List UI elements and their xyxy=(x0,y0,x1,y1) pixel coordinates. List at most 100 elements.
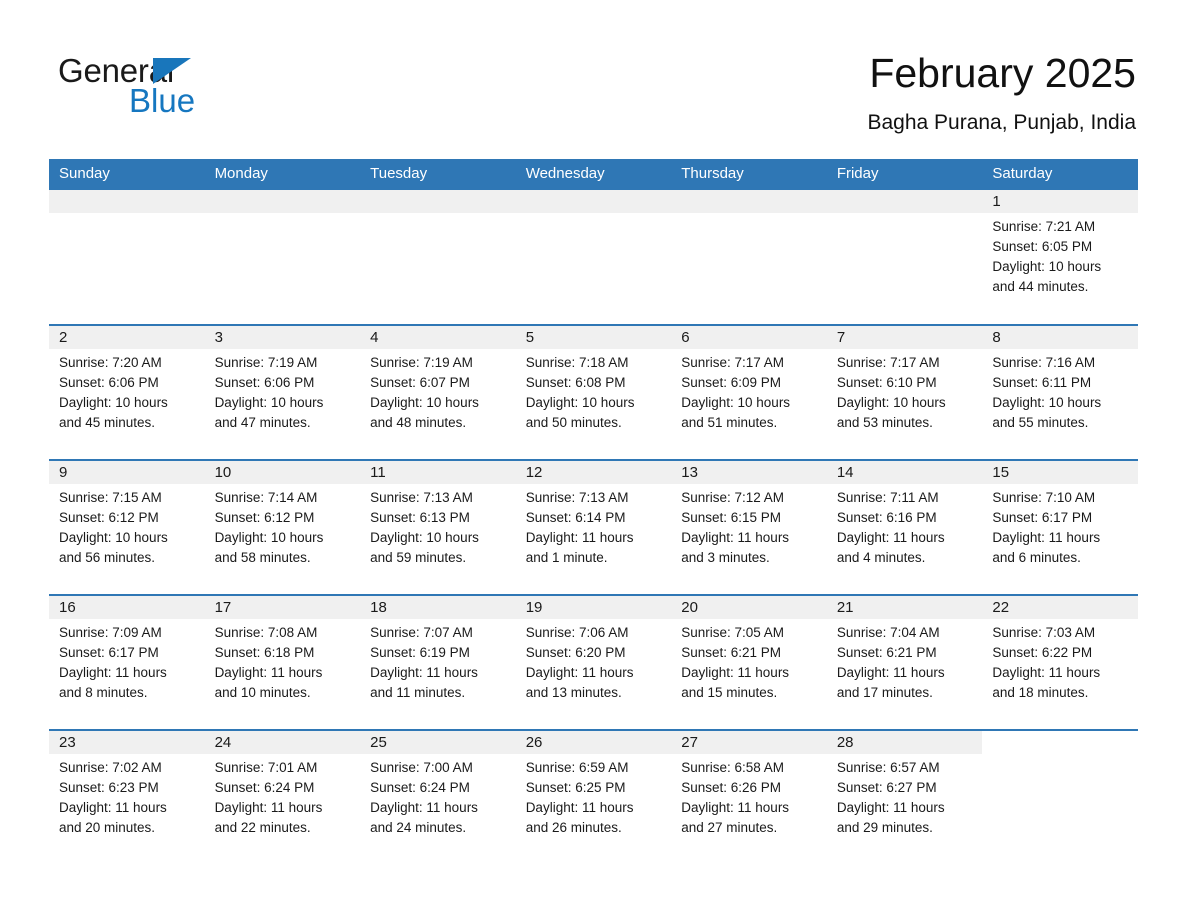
calendar-day-cell: 13 Sunrise: 7:12 AM Sunset: 6:15 PM Dayligh… xyxy=(671,459,827,595)
day-number: 21 xyxy=(826,596,983,619)
calendar-week-row: 16 Sunrise: 7:09 AM Sunset: 6:17 PM Dayligh… xyxy=(49,594,1138,730)
day-cell-27[interactable]: 27 Sunrise: 6:58 AM Sunset: 6:26 PM Dayligh… xyxy=(671,731,827,864)
day-cell-8[interactable]: 8 Sunrise: 7:16 AM Sunset: 6:11 PM Daylight… xyxy=(982,326,1138,459)
weekday-header-row: Sunday Monday Tuesday Wednesday Thursday Frid… xyxy=(49,159,1138,190)
day-number: 26 xyxy=(515,731,672,754)
sunset-text: Sunset: 6:17 PM xyxy=(59,645,159,660)
day-cell-18[interactable]: 18 Sunrise: 7:07 AM Sunset: 6:19 PM Dayligh… xyxy=(360,596,516,729)
day-sun-info: Sunrise: 7:06 AM Sunset: 6:20 PM Daylight:… xyxy=(516,619,672,703)
sunrise-text: Sunrise: 7:03 AM xyxy=(992,625,1096,640)
day-cell-5[interactable]: 5 Sunrise: 7:18 AM Sunset: 6:08 PM Daylight… xyxy=(515,326,672,459)
general-blue-logo[interactable]: General Blue xyxy=(58,52,318,124)
day-number: 24 xyxy=(204,731,361,754)
day-sun-info: Sunrise: 7:08 AM Sunset: 6:18 PM Daylight:… xyxy=(205,619,361,703)
daylight-text-line2: and 11 minutes. xyxy=(370,685,466,700)
sunrise-text: Sunrise: 7:19 AM xyxy=(370,355,473,370)
day-number: 10 xyxy=(204,461,361,484)
sunset-text: Sunset: 6:06 PM xyxy=(214,375,315,390)
day-cell-23[interactable]: 23 Sunrise: 7:02 AM Sunset: 6:23 PM Dayligh… xyxy=(49,731,205,864)
day-cell-22[interactable]: 22 Sunrise: 7:03 AM Sunset: 6:22 PM Dayligh… xyxy=(982,596,1138,729)
day-cell-1[interactable]: 1 Sunrise: 7:21 AM Sunset: 6:05 PM Daylight… xyxy=(982,190,1138,323)
sunset-text: Sunset: 6:07 PM xyxy=(370,375,470,390)
day-cell-24[interactable]: 24 Sunrise: 7:01 AM Sunset: 6:24 PM Dayligh… xyxy=(204,731,361,864)
day-cell-20[interactable]: 20 Sunrise: 7:05 AM Sunset: 6:21 PM Dayligh… xyxy=(671,596,827,729)
calendar-day-cell-empty xyxy=(671,190,827,325)
day-cell-10[interactable]: 10 Sunrise: 7:14 AM Sunset: 6:12 PM Dayligh… xyxy=(204,461,361,594)
sunset-text: Sunset: 6:18 PM xyxy=(214,645,315,660)
day-cell-9[interactable]: 9 Sunrise: 7:15 AM Sunset: 6:12 PM Daylight… xyxy=(49,461,205,594)
sunrise-text: Sunrise: 7:12 AM xyxy=(681,490,785,505)
day-cell-17[interactable]: 17 Sunrise: 7:08 AM Sunset: 6:18 PM Dayligh… xyxy=(204,596,361,729)
calendar-day-cell: 26 Sunrise: 6:59 AM Sunset: 6:25 PM Dayligh… xyxy=(515,729,672,865)
calendar-day-cell: 24 Sunrise: 7:01 AM Sunset: 6:24 PM Dayligh… xyxy=(204,729,361,865)
sunset-text: Sunset: 6:24 PM xyxy=(214,780,315,795)
sunrise-text: Sunrise: 6:59 AM xyxy=(525,760,629,775)
day-cell-26[interactable]: 26 Sunrise: 6:59 AM Sunset: 6:25 PM Dayligh… xyxy=(515,731,672,864)
calendar-day-cell-empty xyxy=(982,729,1138,865)
day-number: 17 xyxy=(204,596,361,619)
day-cell-15[interactable]: 15 Sunrise: 7:10 AM Sunset: 6:17 PM Dayligh… xyxy=(982,461,1138,594)
day-sun-info: Sunrise: 7:03 AM Sunset: 6:22 PM Daylight:… xyxy=(982,619,1138,703)
daylight-text-line1: Daylight: 11 hours xyxy=(525,530,634,545)
day-sun-info: Sunrise: 7:19 AM Sunset: 6:07 PM Daylight:… xyxy=(360,349,516,433)
day-cell-7[interactable]: 7 Sunrise: 7:17 AM Sunset: 6:10 PM Daylight… xyxy=(826,326,983,459)
day-number-band xyxy=(671,190,827,213)
day-cell-empty xyxy=(360,190,516,323)
daylight-text-line2: and 13 minutes. xyxy=(525,685,622,700)
day-cell-4[interactable]: 4 Sunrise: 7:19 AM Sunset: 6:07 PM Daylight… xyxy=(360,326,516,459)
daylight-text-line1: Daylight: 11 hours xyxy=(214,800,323,815)
page-header: General Blue February 2025 Bagha Purana,… xyxy=(0,0,1188,150)
calendar-day-cell: 15 Sunrise: 7:10 AM Sunset: 6:17 PM Dayligh… xyxy=(982,459,1138,595)
day-number-band xyxy=(49,190,205,213)
day-sun-info: Sunrise: 7:21 AM Sunset: 6:05 PM Daylight:… xyxy=(982,213,1138,297)
day-cell-empty xyxy=(826,190,983,323)
daylight-text-line2: and 50 minutes. xyxy=(525,415,622,430)
day-cell-21[interactable]: 21 Sunrise: 7:04 AM Sunset: 6:21 PM Dayligh… xyxy=(826,596,983,729)
calendar-day-cell: 17 Sunrise: 7:08 AM Sunset: 6:18 PM Dayligh… xyxy=(204,594,361,730)
day-cell-11[interactable]: 11 Sunrise: 7:13 AM Sunset: 6:13 PM Dayligh… xyxy=(360,461,516,594)
page-subtitle: Bagha Purana, Punjab, India xyxy=(867,111,1136,134)
daylight-text-line2: and 29 minutes. xyxy=(836,820,933,835)
sunset-text: Sunset: 6:26 PM xyxy=(681,780,782,795)
sunset-text: Sunset: 6:11 PM xyxy=(992,375,1092,390)
day-cell-16[interactable]: 16 Sunrise: 7:09 AM Sunset: 6:17 PM Dayligh… xyxy=(49,596,205,729)
sunset-text: Sunset: 6:09 PM xyxy=(681,375,782,390)
day-cell-25[interactable]: 25 Sunrise: 7:00 AM Sunset: 6:24 PM Dayligh… xyxy=(360,731,516,864)
daylight-text-line2: and 47 minutes. xyxy=(214,415,311,430)
day-sun-info: Sunrise: 7:10 AM Sunset: 6:17 PM Daylight:… xyxy=(982,484,1138,568)
calendar-day-cell-empty xyxy=(360,190,516,325)
sunrise-text: Sunrise: 7:07 AM xyxy=(370,625,473,640)
day-cell-14[interactable]: 14 Sunrise: 7:11 AM Sunset: 6:16 PM Dayligh… xyxy=(826,461,983,594)
daylight-text-line1: Daylight: 11 hours xyxy=(59,665,167,680)
daylight-text-line1: Daylight: 10 hours xyxy=(836,395,946,410)
daylight-text-line1: Daylight: 10 hours xyxy=(370,530,479,545)
calendar-day-cell: 4 Sunrise: 7:19 AM Sunset: 6:07 PM Daylight… xyxy=(360,324,516,460)
day-cell-12[interactable]: 12 Sunrise: 7:13 AM Sunset: 6:14 PM Dayligh… xyxy=(515,461,672,594)
day-number-band xyxy=(204,190,361,213)
sunset-text: Sunset: 6:13 PM xyxy=(370,510,470,525)
daylight-text-line2: and 48 minutes. xyxy=(370,415,467,430)
day-number: 19 xyxy=(515,596,672,619)
calendar-day-cell: 16 Sunrise: 7:09 AM Sunset: 6:17 PM Dayligh… xyxy=(49,594,205,730)
title-block: February 2025 Bagha Purana, Punjab, Indi… xyxy=(867,48,1136,137)
daylight-text-line1: Daylight: 10 hours xyxy=(214,395,324,410)
daylight-text-line2: and 6 minutes. xyxy=(992,550,1081,565)
day-cell-3[interactable]: 3 Sunrise: 7:19 AM Sunset: 6:06 PM Daylight… xyxy=(204,326,361,459)
daylight-text-line2: and 45 minutes. xyxy=(59,415,156,430)
sunset-text: Sunset: 6:16 PM xyxy=(836,510,937,525)
daylight-text-line1: Daylight: 11 hours xyxy=(681,800,790,815)
daylight-text-line1: Daylight: 11 hours xyxy=(836,800,945,815)
calendar-week-row: 1 Sunrise: 7:21 AM Sunset: 6:05 PM Daylight… xyxy=(49,190,1138,325)
day-cell-19[interactable]: 19 Sunrise: 7:06 AM Sunset: 6:20 PM Dayligh… xyxy=(515,596,672,729)
weekday-header-sunday: Sunday xyxy=(49,159,205,190)
day-sun-info: Sunrise: 7:12 AM Sunset: 6:15 PM Daylight:… xyxy=(671,484,827,568)
day-cell-6[interactable]: 6 Sunrise: 7:17 AM Sunset: 6:09 PM Daylight… xyxy=(671,326,827,459)
sunrise-text: Sunrise: 6:58 AM xyxy=(681,760,785,775)
day-cell-28[interactable]: 28 Sunrise: 6:57 AM Sunset: 6:27 PM Dayligh… xyxy=(826,731,983,864)
sunrise-text: Sunrise: 7:08 AM xyxy=(214,625,318,640)
day-sun-info: Sunrise: 7:01 AM Sunset: 6:24 PM Daylight:… xyxy=(205,754,361,838)
day-cell-2[interactable]: 2 Sunrise: 7:20 AM Sunset: 6:06 PM Daylight… xyxy=(49,326,205,459)
sunset-text: Sunset: 6:08 PM xyxy=(525,375,626,390)
day-cell-13[interactable]: 13 Sunrise: 7:12 AM Sunset: 6:15 PM Dayligh… xyxy=(671,461,827,594)
daylight-text-line2: and 55 minutes. xyxy=(992,415,1089,430)
